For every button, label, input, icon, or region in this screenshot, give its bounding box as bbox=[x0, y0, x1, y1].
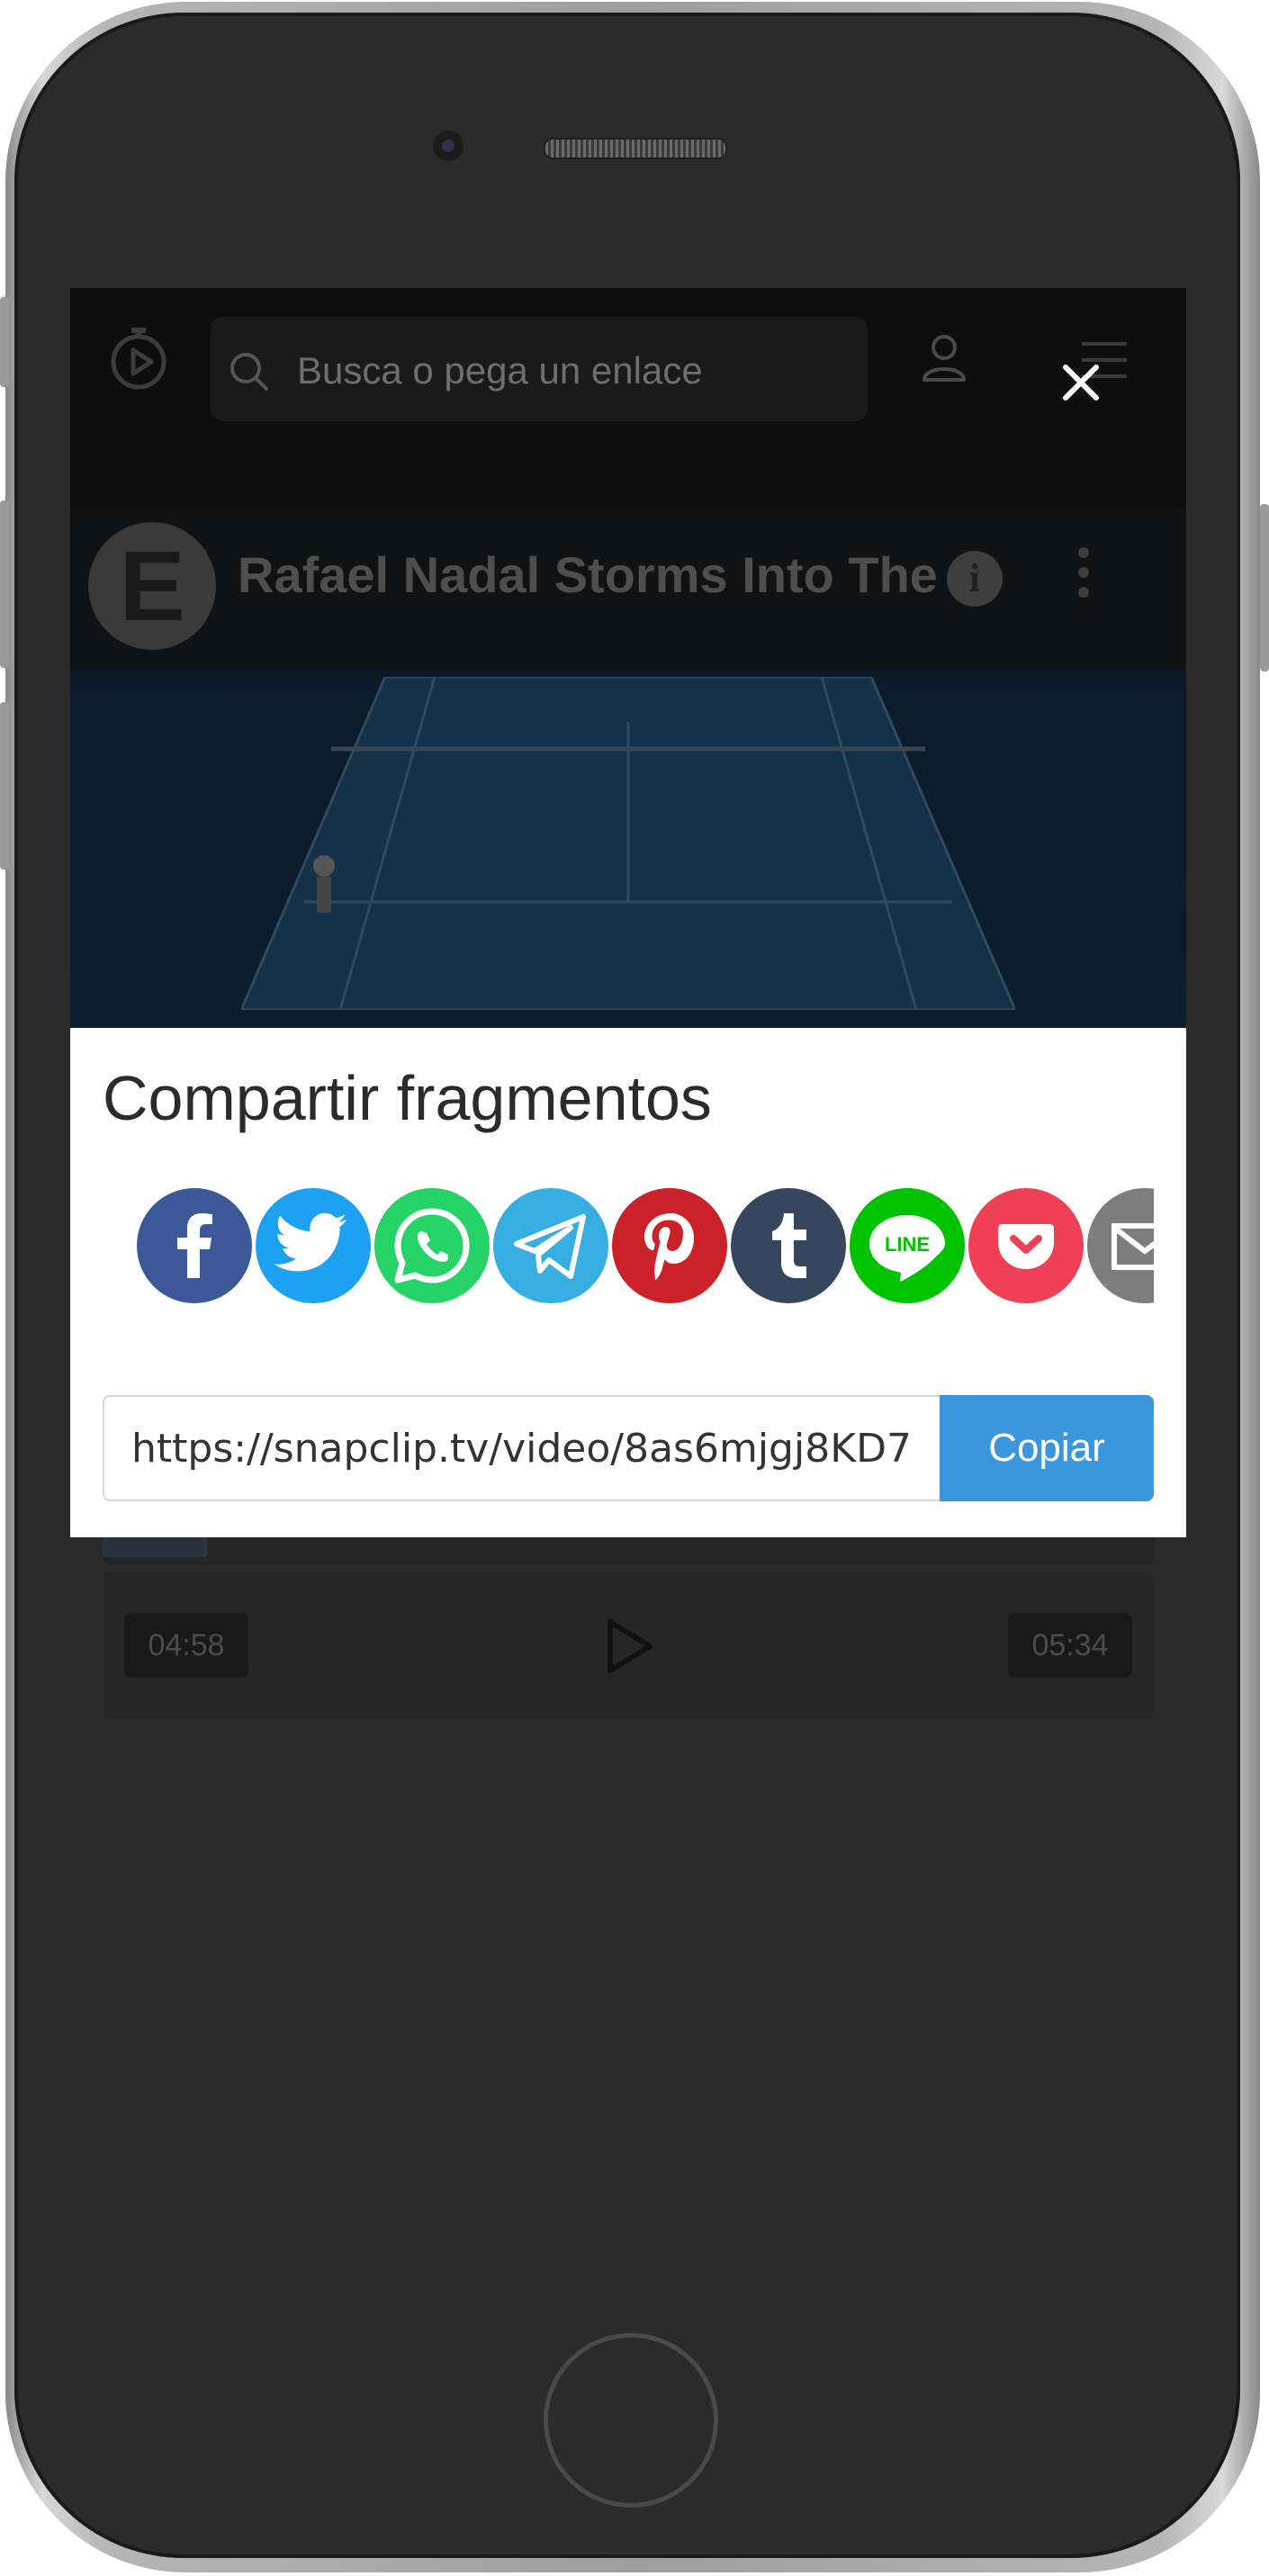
play-icon[interactable] bbox=[603, 1617, 657, 1676]
user-icon[interactable] bbox=[920, 333, 968, 382]
video-player[interactable]: E Rafael Nadal Storms Into The i bbox=[70, 508, 1186, 1028]
front-camera bbox=[433, 131, 464, 161]
start-time-badge[interactable]: 04:58 bbox=[124, 1613, 248, 1678]
facebook-share-button[interactable] bbox=[137, 1188, 252, 1303]
end-time-badge[interactable]: 05:34 bbox=[1008, 1613, 1132, 1678]
info-icon[interactable]: i bbox=[947, 551, 1003, 607]
share-dialog: Compartir fragmentos LINE https://snapcl… bbox=[70, 1028, 1186, 1537]
facebook-icon bbox=[177, 1213, 212, 1278]
telegram-share-button[interactable] bbox=[493, 1188, 608, 1303]
power-button bbox=[1260, 504, 1269, 671]
home-button[interactable] bbox=[544, 2333, 718, 2508]
clip-controls: 04:58 05:34 bbox=[103, 1572, 1154, 1719]
video-title[interactable]: Rafael Nadal Storms Into The bbox=[238, 545, 938, 604]
share-url-group: Copiar bbox=[103, 1395, 1154, 1501]
screen: Busca o pega un enlace E Rafael Nadal St… bbox=[70, 288, 1186, 2277]
twitter-icon bbox=[274, 1212, 347, 1272]
volume-down-button bbox=[0, 702, 9, 869]
earpiece-speaker bbox=[544, 138, 727, 159]
app-header: Busca o pega un enlace bbox=[70, 288, 1186, 508]
share-url-input[interactable] bbox=[103, 1395, 940, 1501]
telegram-icon bbox=[514, 1214, 586, 1279]
share-buttons-row: LINE bbox=[103, 1188, 1154, 1305]
pinterest-icon bbox=[644, 1213, 694, 1280]
pocket-share-button[interactable] bbox=[968, 1188, 1084, 1303]
share-dialog-title: Compartir fragmentos bbox=[103, 1063, 712, 1133]
close-icon[interactable] bbox=[1060, 362, 1102, 403]
tennis-court-image bbox=[241, 677, 1015, 1010]
whatsapp-icon bbox=[394, 1208, 470, 1283]
line-share-button[interactable]: LINE bbox=[850, 1188, 965, 1303]
tumblr-share-button[interactable] bbox=[731, 1188, 846, 1303]
search-box[interactable]: Busca o pega un enlace bbox=[211, 317, 868, 421]
svg-text:LINE: LINE bbox=[885, 1233, 930, 1256]
more-options-icon[interactable] bbox=[1078, 547, 1091, 610]
timeline-selection bbox=[103, 1537, 207, 1557]
twitter-share-button[interactable] bbox=[256, 1188, 371, 1303]
email-share-button[interactable] bbox=[1087, 1188, 1154, 1303]
whatsapp-share-button[interactable] bbox=[374, 1188, 490, 1303]
volume-up-button bbox=[0, 500, 9, 668]
pocket-icon bbox=[998, 1224, 1054, 1269]
pinterest-share-button[interactable] bbox=[612, 1188, 727, 1303]
mute-switch bbox=[0, 297, 9, 387]
email-icon bbox=[1112, 1223, 1154, 1270]
timeline-strip bbox=[103, 1537, 1154, 1564]
copy-button[interactable]: Copiar bbox=[940, 1395, 1154, 1501]
tumblr-icon bbox=[772, 1213, 806, 1278]
stopwatch-play-logo-icon[interactable] bbox=[106, 326, 171, 391]
channel-avatar[interactable]: E bbox=[88, 522, 216, 650]
search-icon bbox=[230, 353, 268, 391]
line-icon: LINE bbox=[869, 1215, 945, 1282]
search-placeholder: Busca o pega un enlace bbox=[297, 349, 703, 392]
